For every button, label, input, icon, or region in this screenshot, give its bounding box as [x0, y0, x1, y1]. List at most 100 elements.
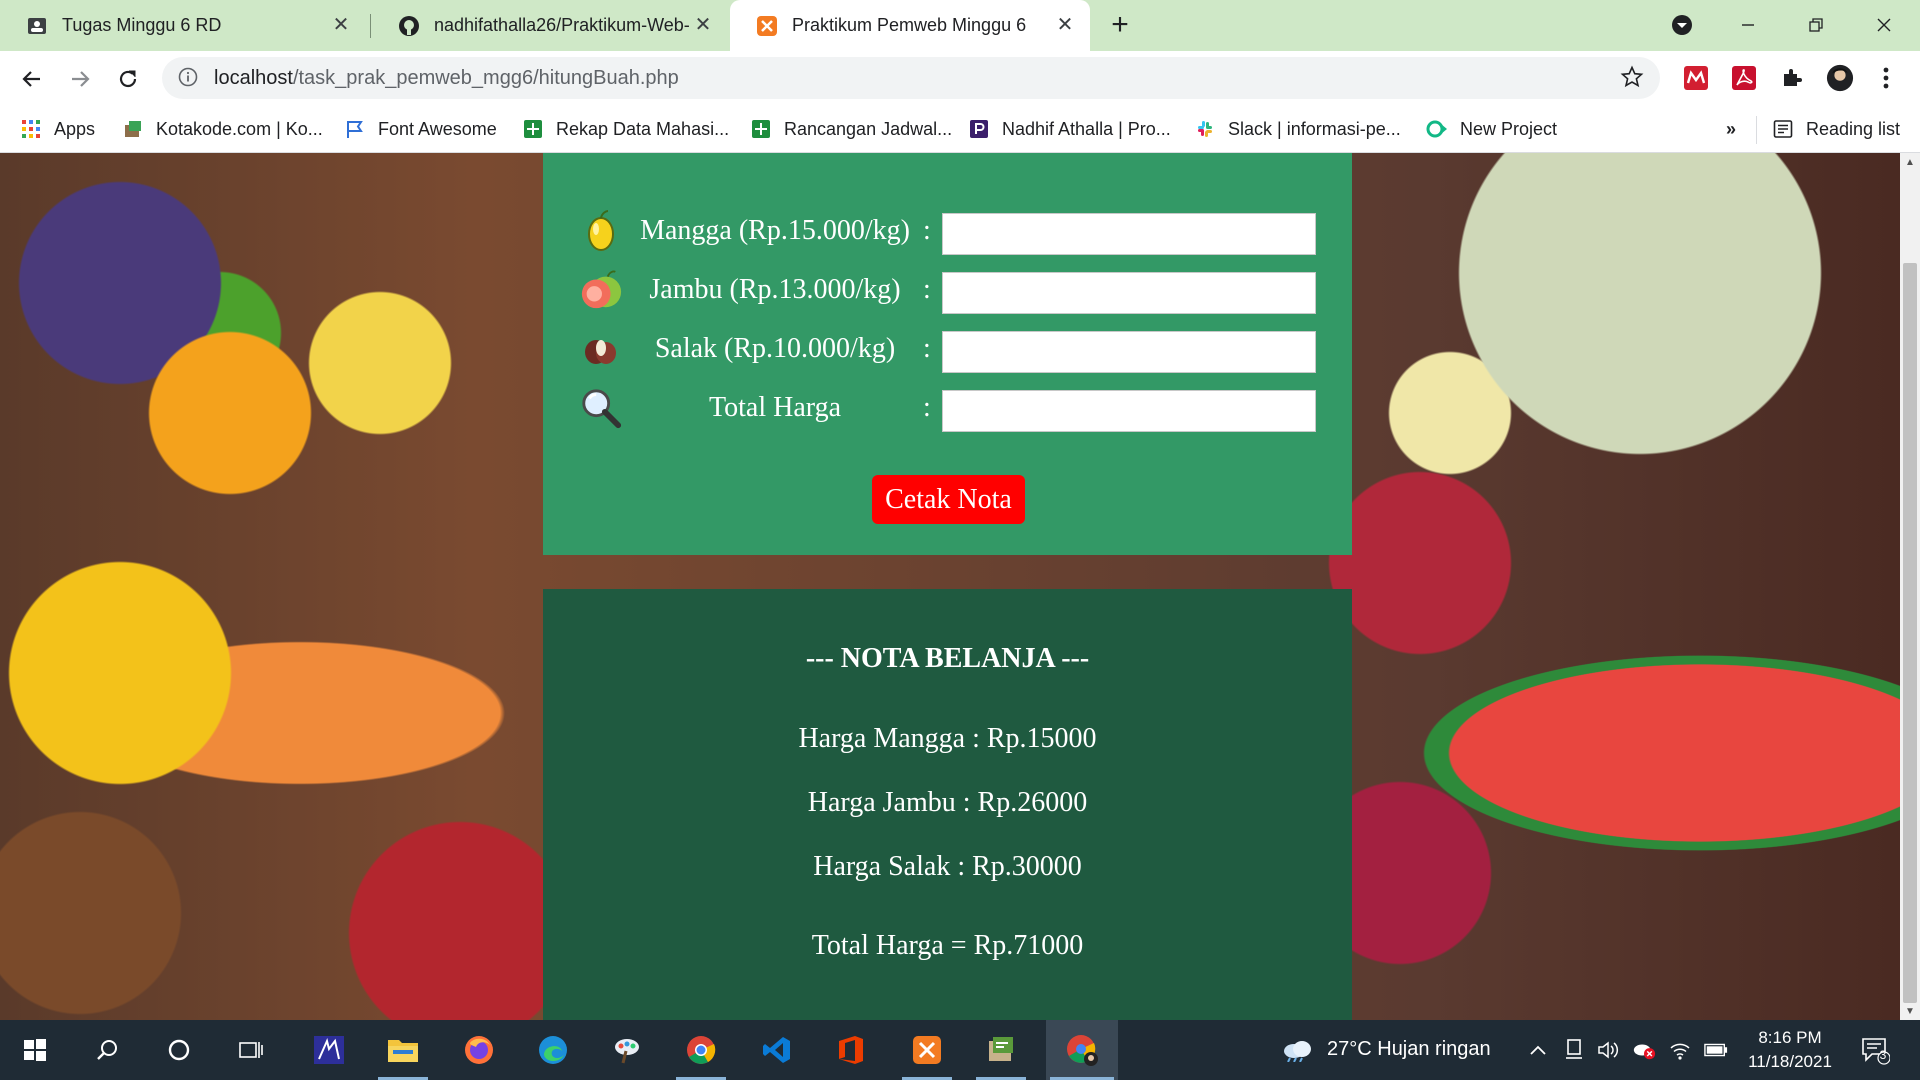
xampp-icon: [756, 15, 778, 37]
clock-time: 8:16 PM: [1758, 1028, 1822, 1047]
device-icon[interactable]: [1562, 1038, 1586, 1062]
bookmark-label: Nadhif Athalla | Pro...: [1002, 118, 1171, 139]
field-label: Total Harga: [708, 392, 842, 423]
field-row-total: Total Harga :: [543, 384, 1352, 432]
total-harga-input[interactable]: [942, 390, 1316, 432]
bookmarks-bar: Apps Kotakode.com | Ko... Font Awesome R…: [0, 106, 1920, 153]
fruit-order-form: Mangga (Rp.15.000/kg) : Jambu (Rp.13.000…: [543, 153, 1352, 555]
scrollbar-thumb[interactable]: [1903, 263, 1917, 1003]
bookmark-apps[interactable]: Apps: [20, 114, 95, 144]
field-row-salak: Salak (Rp.10.000/kg) :: [543, 325, 1352, 373]
bookmark-new-project[interactable]: New Project: [1426, 114, 1557, 144]
new-tab-button[interactable]: +: [1105, 10, 1135, 41]
mendeley-extension-icon[interactable]: [1682, 64, 1710, 92]
bookmark-rekap-data[interactable]: Rekap Data Mahasi...: [522, 114, 729, 144]
jambu-input[interactable]: [942, 272, 1316, 314]
flag-icon: [344, 118, 366, 140]
back-button[interactable]: [16, 63, 48, 95]
nota-line-mangga: Harga Mangga : Rp.15000: [798, 723, 1097, 754]
profile-avatar[interactable]: [1826, 64, 1854, 92]
bookmark-star-icon[interactable]: [1620, 65, 1644, 94]
office-icon[interactable]: [822, 1020, 880, 1080]
tab-praktikum-pemweb[interactable]: Praktikum Pemweb Minggu 6 ✕: [730, 0, 1090, 51]
tab-title: nadhifathalla26/Praktikum-Web-: [434, 15, 690, 35]
tab-search-button[interactable]: [1662, 8, 1702, 42]
cortana-icon[interactable]: [150, 1020, 208, 1080]
salak-input[interactable]: [942, 331, 1316, 373]
xampp-manager-icon[interactable]: [972, 1020, 1030, 1080]
mangga-input[interactable]: [942, 213, 1316, 255]
taskbar-clock[interactable]: 8:16 PM 11/18/2021: [1735, 1026, 1845, 1074]
bookmark-label: Rekap Data Mahasi...: [556, 118, 730, 139]
restore-button[interactable]: [1796, 8, 1836, 42]
address-bar[interactable]: localhost/task_prak_pemweb_mgg6/hitungBu…: [162, 57, 1660, 99]
browser-menu-icon[interactable]: [1872, 64, 1900, 92]
extensions-puzzle-icon[interactable]: [1778, 64, 1806, 92]
guava-icon: [579, 268, 623, 312]
portfolio-icon: [968, 118, 990, 140]
chevron-up-icon[interactable]: [1526, 1038, 1550, 1062]
close-icon[interactable]: ✕: [1054, 14, 1076, 36]
start-button[interactable]: [6, 1020, 64, 1080]
nota-belanja-panel: --- NOTA BELANJA --- Harga Mangga : Rp.1…: [543, 589, 1352, 1020]
forward-button[interactable]: [64, 63, 96, 95]
field-colon: :: [923, 274, 931, 305]
page-scrollbar[interactable]: ▲ ▼: [1900, 153, 1920, 1020]
cetak-nota-button[interactable]: Cetak Nota: [872, 475, 1025, 524]
scroll-down-arrow-icon[interactable]: ▼: [1900, 1002, 1920, 1020]
tab-title: Praktikum Pemweb Minggu 6: [792, 15, 1027, 35]
volume-icon[interactable]: [1596, 1038, 1620, 1062]
reading-list-button[interactable]: Reading list: [1772, 114, 1900, 144]
search-icon[interactable]: [78, 1020, 136, 1080]
chrome-profile-icon[interactable]: [1046, 1020, 1118, 1080]
bookmark-rancangan-jadwal[interactable]: Rancangan Jadwal...: [750, 114, 952, 144]
bookmark-label: New Project: [1460, 118, 1558, 139]
file-explorer-icon[interactable]: [374, 1020, 432, 1080]
browser-toolbar: localhost/task_prak_pemweb_mgg6/hitungBu…: [0, 51, 1920, 106]
field-label: Mangga (Rp.15.000/kg): [640, 215, 910, 246]
wifi-icon[interactable]: [1668, 1038, 1692, 1062]
notifications-button[interactable]: 3: [1858, 1033, 1892, 1067]
weather-cloud-icon[interactable]: [1280, 1038, 1314, 1062]
task-view-icon[interactable]: [222, 1020, 280, 1080]
app-launcher-icon[interactable]: [300, 1020, 358, 1080]
notification-count: 3: [1879, 1048, 1887, 1062]
close-icon[interactable]: ✕: [330, 14, 352, 36]
sheets-icon: [750, 118, 772, 140]
tab-github[interactable]: nadhifathalla26/Praktikum-Web- ✕: [372, 0, 728, 51]
bookmark-slack[interactable]: Slack | informasi-pe...: [1194, 114, 1401, 144]
chrome-icon[interactable]: [672, 1020, 730, 1080]
acrobat-extension-icon[interactable]: [1730, 64, 1758, 92]
site-info-icon[interactable]: [178, 67, 198, 92]
url-path: /task_prak_pemweb_mgg6/hitungBuah.php: [292, 67, 679, 89]
field-colon: :: [923, 215, 931, 246]
bookmark-label: Font Awesome: [378, 118, 497, 139]
reload-button[interactable]: [112, 63, 144, 95]
nota-line-salak: Harga Salak : Rp.30000: [813, 851, 1082, 882]
bookmarks-overflow-button[interactable]: »: [1726, 114, 1736, 144]
close-icon[interactable]: ✕: [692, 14, 714, 36]
minimize-button[interactable]: [1728, 8, 1768, 42]
bookmark-font-awesome[interactable]: Font Awesome: [344, 114, 497, 144]
edge-icon[interactable]: [524, 1020, 582, 1080]
close-window-button[interactable]: [1864, 8, 1904, 42]
bookmark-label: Rancangan Jadwal...: [784, 118, 953, 139]
paint-app-icon[interactable]: [598, 1020, 656, 1080]
tab-divider: [370, 14, 371, 38]
onedrive-error-icon[interactable]: [1632, 1038, 1656, 1062]
clock-date: 11/18/2021: [1748, 1052, 1832, 1071]
field-colon: :: [923, 333, 931, 364]
firefox-icon[interactable]: [450, 1020, 508, 1080]
tab-tugas-minggu-6[interactable]: Tugas Minggu 6 RD ✕: [0, 0, 366, 51]
bookmarks-divider: [1756, 116, 1757, 144]
nota-total: Total Harga = Rp.71000: [811, 930, 1084, 961]
vscode-icon[interactable]: [748, 1020, 806, 1080]
bookmark-kotakode[interactable]: Kotakode.com | Ko...: [122, 114, 323, 144]
bookmark-nadhif-athalla[interactable]: Nadhif Athalla | Pro...: [968, 114, 1171, 144]
battery-icon[interactable]: [1704, 1038, 1728, 1062]
field-label: Jambu (Rp.13.000/kg): [649, 274, 901, 305]
weather-text[interactable]: 27°C Hujan ringan: [1327, 1038, 1491, 1061]
scroll-up-arrow-icon[interactable]: ▲: [1900, 153, 1920, 171]
xampp-taskbar-icon[interactable]: [898, 1020, 956, 1080]
bookmark-label: Kotakode.com | Ko...: [156, 118, 323, 139]
